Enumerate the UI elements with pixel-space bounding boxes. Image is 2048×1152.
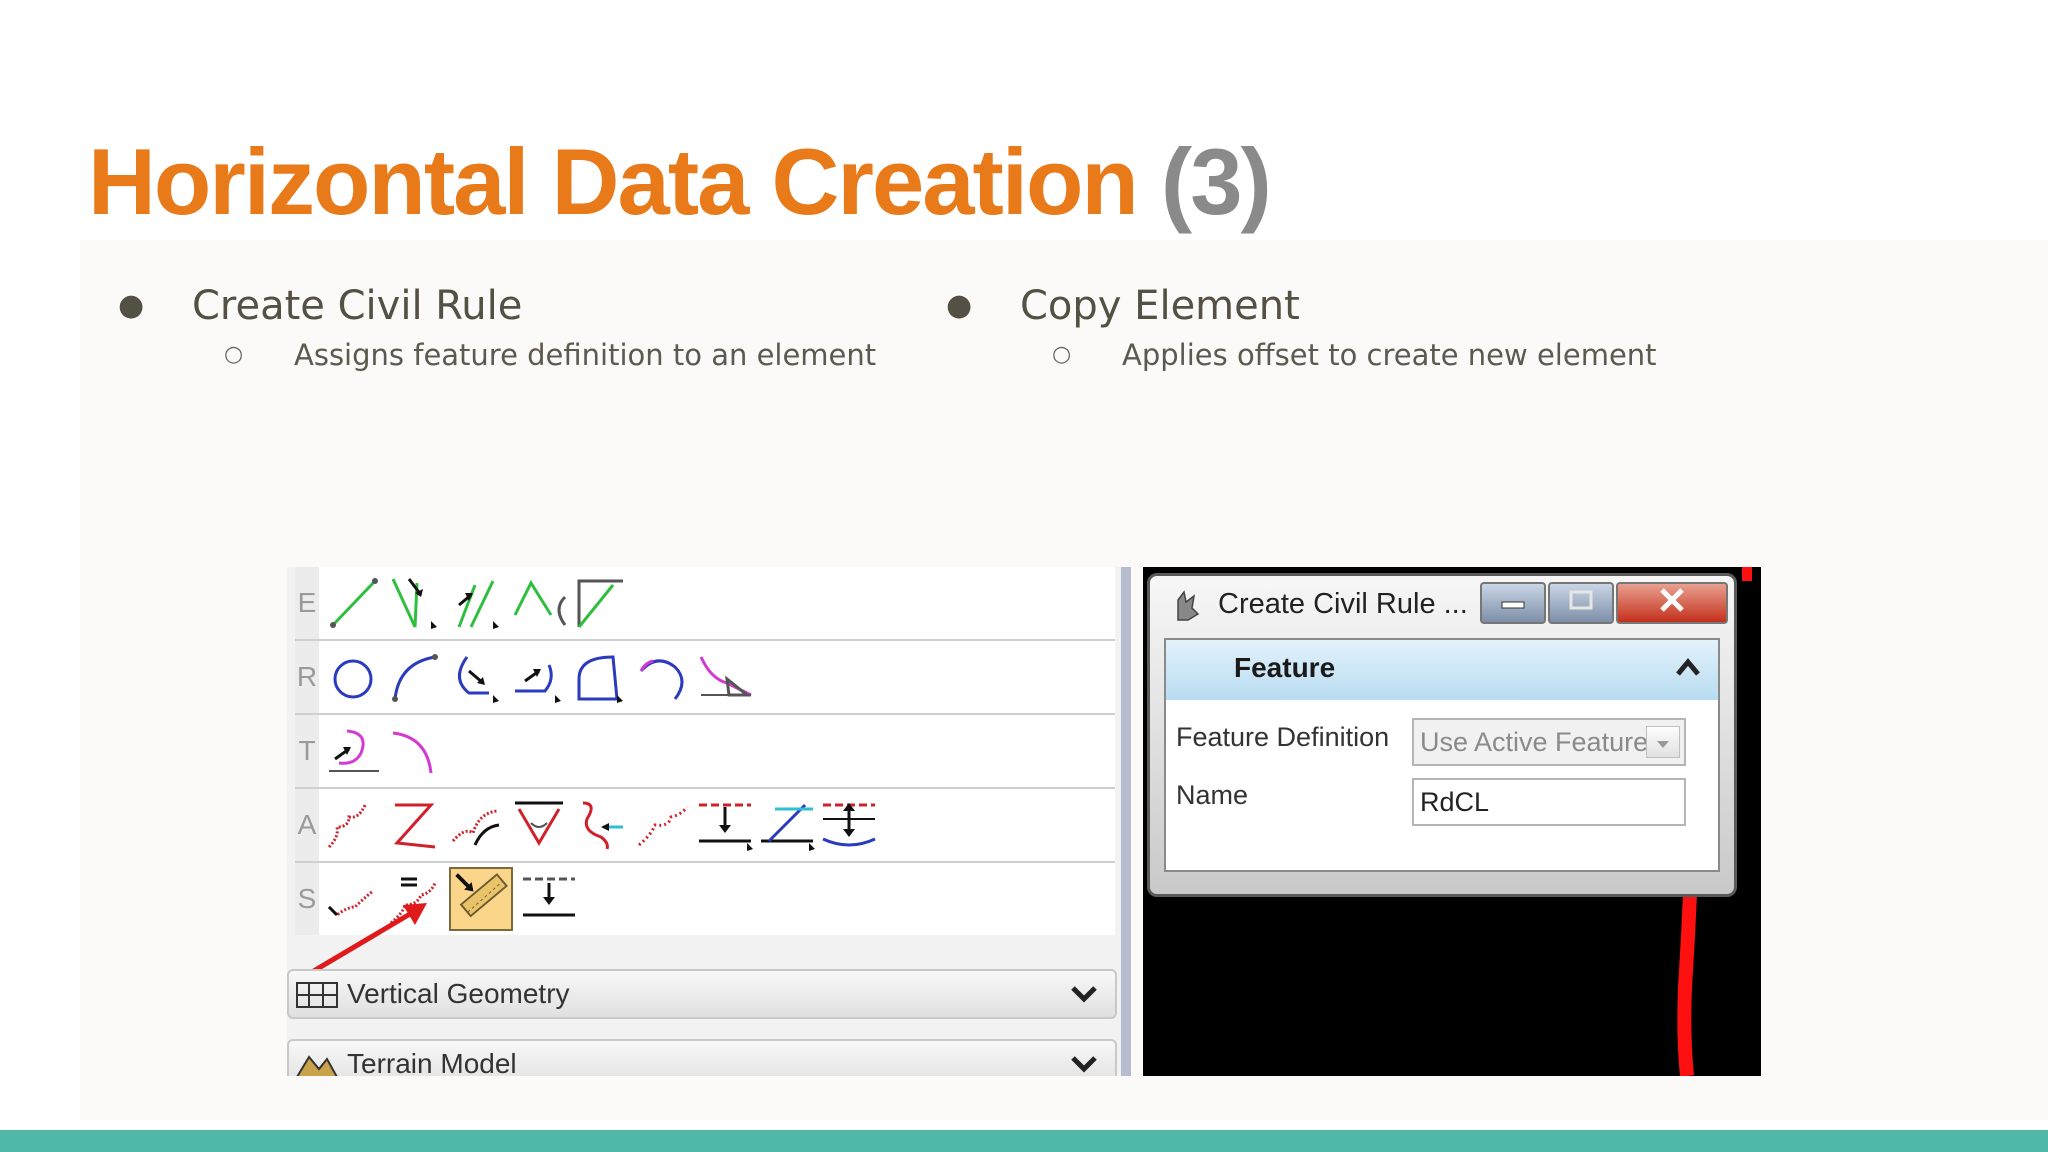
line-angle-icon[interactable]: [573, 575, 629, 631]
name-value: RdCL: [1420, 787, 1490, 817]
line-between-points-icon[interactable]: [325, 575, 381, 631]
line-from-element-icon[interactable]: [387, 575, 443, 631]
tool-row-s: S: [287, 863, 1115, 990]
complex-symmetric-icon[interactable]: [511, 797, 567, 853]
create-civil-rule-dialog: Create Civil Rule ... Feature Feature De…: [1147, 573, 1737, 897]
footer-accent-bar: [0, 1130, 2048, 1152]
chevron-up-icon[interactable]: [1674, 656, 1702, 680]
row-label: T: [295, 715, 319, 787]
dropdown-button[interactable]: [1646, 726, 1680, 758]
complex-curve-icon[interactable]: [573, 797, 629, 853]
feature-definition-label: Feature Definition: [1176, 722, 1390, 752]
create-civil-rule-icon[interactable]: [449, 867, 513, 931]
arc-icon[interactable]: [387, 649, 443, 705]
slide-title-number: (3): [1160, 129, 1272, 234]
name-label: Name: [1176, 780, 1249, 810]
spiral-icon[interactable]: [387, 723, 443, 779]
sub-bullet-create-civil-rule: Assigns feature definition to an element: [294, 338, 877, 372]
chevron-down-icon[interactable]: [1069, 979, 1099, 1009]
bullet-create-civil-rule: Create Civil Rule: [192, 283, 523, 329]
point-on-element-icon[interactable]: [521, 871, 577, 927]
complex-by-pi-icon[interactable]: [387, 797, 443, 853]
offset-taper-icon[interactable]: [821, 797, 877, 853]
vertical-geometry-icon: [296, 982, 338, 1008]
app-icon: [1177, 590, 1200, 621]
slide-title-main: Horizontal Data Creation: [88, 129, 1139, 234]
sub-bullet-dot: ○: [224, 342, 244, 367]
row-label: A: [295, 789, 319, 861]
variable-offset-icon[interactable]: [759, 797, 815, 853]
spiral-from-element-icon[interactable]: [325, 723, 381, 779]
feature-definition-value: Use Active Feature: [1420, 727, 1649, 757]
row-label: E: [295, 567, 319, 639]
complex-chain-icon[interactable]: [635, 797, 691, 853]
section-terrain-model[interactable]: Terrain Model: [287, 1039, 1117, 1076]
bullet-dot: ●: [946, 288, 973, 323]
name-input[interactable]: RdCL: [1412, 778, 1686, 826]
bullet-dot: ●: [118, 288, 145, 323]
chevron-down-icon[interactable]: [1069, 1049, 1099, 1076]
minimize-icon: [1501, 601, 1525, 609]
reverse-arc-icon[interactable]: [635, 649, 691, 705]
horizontal-geometry-toolbox: E R T A S Vertical Geometry Terrain Mode…: [287, 567, 1121, 1076]
chevron-down-icon: [1657, 741, 1669, 748]
tool-row-r: R: [295, 641, 1115, 715]
section-label: Terrain Model: [347, 1048, 517, 1076]
panel-divider[interactable]: [1121, 567, 1131, 1076]
sub-bullet-dot: ○: [1052, 342, 1072, 367]
section-vertical-geometry[interactable]: Vertical Geometry: [287, 969, 1117, 1019]
section-label: Vertical Geometry: [347, 978, 570, 1009]
arc-corner-icon[interactable]: [573, 649, 629, 705]
feature-section-label: Feature: [1234, 652, 1336, 683]
close-button[interactable]: [1616, 582, 1728, 624]
line-from-curve-icon[interactable]: [511, 575, 567, 631]
tool-row-a: A: [295, 789, 1115, 863]
close-icon: [1660, 588, 1684, 612]
complex-reverse-icon[interactable]: [449, 797, 505, 853]
complex-by-elements-icon[interactable]: [325, 797, 381, 853]
arc-between-elements-icon[interactable]: [511, 649, 567, 705]
terrain-model-icon: [296, 1055, 338, 1076]
maximize-button[interactable]: [1548, 582, 1614, 624]
minimize-button[interactable]: [1480, 582, 1546, 624]
embedded-screenshot: E R T A S Vertical Geometry Terrain Mode…: [287, 567, 1761, 1076]
row-label: R: [295, 641, 319, 713]
sub-bullet-copy-element: Applies offset to create new element: [1122, 338, 1657, 372]
tool-row-e: E: [295, 567, 1115, 641]
arc-transition-icon[interactable]: [697, 649, 753, 705]
dialog-title: Create Civil Rule ...: [1218, 588, 1468, 620]
offset-element-icon[interactable]: [697, 797, 753, 853]
arc-from-element-icon[interactable]: [449, 649, 505, 705]
dialog-body: Feature Feature Definition Use Active Fe…: [1164, 638, 1720, 872]
line-between-elements-icon[interactable]: [449, 575, 505, 631]
tool-row-t: T: [295, 715, 1115, 789]
feature-section-header[interactable]: Feature: [1166, 640, 1718, 700]
feature-definition-dropdown[interactable]: Use Active Feature: [1412, 718, 1686, 766]
slide-title: Horizontal Data Creation (3): [88, 122, 1272, 242]
circle-icon[interactable]: [325, 649, 381, 705]
maximize-icon: [1569, 590, 1593, 610]
bullet-copy-element: Copy Element: [1020, 283, 1300, 329]
